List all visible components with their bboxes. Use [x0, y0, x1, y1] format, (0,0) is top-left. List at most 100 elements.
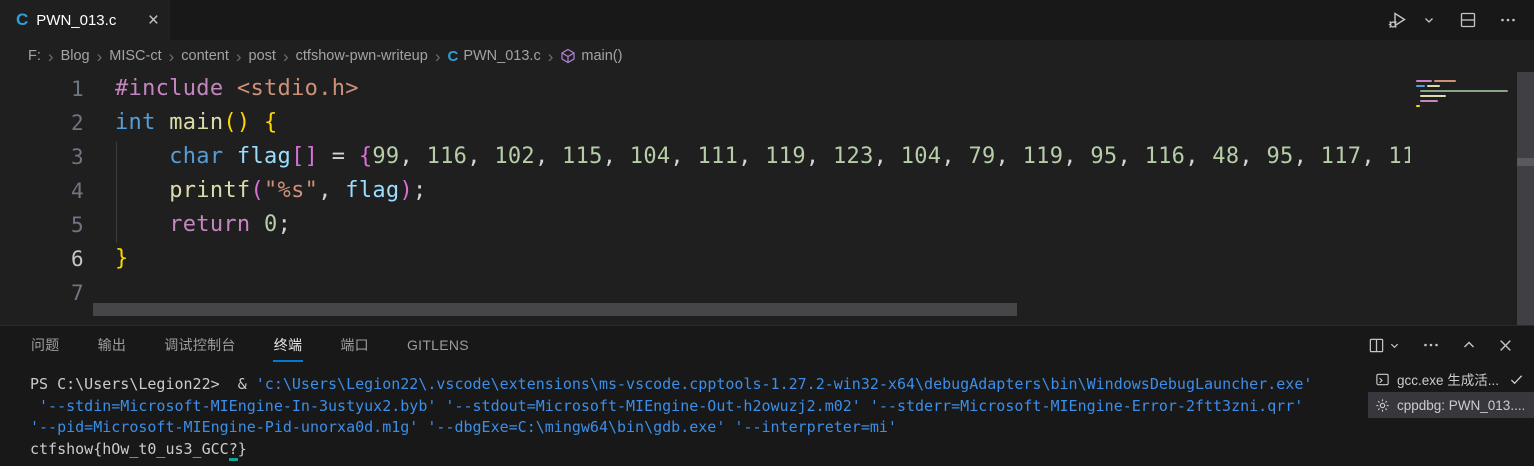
panel-tab-problems[interactable]: 问题	[30, 325, 61, 365]
breadcrumb-label: Blog	[61, 48, 90, 64]
breadcrumb-separator: ›	[236, 48, 242, 65]
split-editor-icon[interactable]	[1456, 8, 1480, 32]
panel-tab-output[interactable]: 输出	[97, 325, 128, 365]
terminal-list-item[interactable]: cppdbg: PWN_013....	[1368, 392, 1534, 418]
editor-scrollbar-horizontal[interactable]	[93, 303, 1017, 316]
code-token	[156, 110, 170, 135]
breadcrumb-separator: ›	[97, 48, 103, 65]
code-token: #include	[115, 76, 223, 101]
code-token: )	[399, 178, 413, 203]
close-tab-icon[interactable]: ×	[148, 11, 159, 30]
code-token: }	[115, 246, 129, 271]
panel-tabs: 问题输出调试控制台终端端口 GITLENS	[30, 325, 470, 365]
code-token: int	[115, 110, 156, 135]
breadcrumb-separator: ›	[48, 48, 54, 65]
line-number: 4	[0, 174, 84, 208]
code-token: 104	[901, 144, 942, 169]
code-lines: 1#include <stdio.h>2int main() {3 char f…	[0, 72, 1534, 310]
panel-tab-gitlens[interactable]: GITLENS	[406, 327, 470, 363]
code-token: 79	[968, 144, 995, 169]
terminal-line: ctfshow{hOw_t0_us3_GCC?}	[30, 439, 1368, 461]
breadcrumb-item[interactable]: F:	[28, 48, 41, 64]
task-terminal-icon	[1375, 372, 1390, 387]
close-panel-icon[interactable]	[1495, 335, 1516, 356]
breadcrumb-item[interactable]: main()	[560, 48, 622, 64]
more-actions-icon[interactable]	[1496, 8, 1520, 32]
editor-actions	[1384, 0, 1534, 40]
code-token: flag	[237, 144, 291, 169]
breadcrumb-item[interactable]: ctfshow-pwn-writeup	[296, 48, 428, 64]
code-token	[223, 144, 237, 169]
code-editor[interactable]: 1#include <stdio.h>2int main() {3 char f…	[0, 72, 1534, 325]
terminal-instance-list: gcc.exe 生成活... cppdbg: PWN_013....	[1368, 364, 1534, 466]
code-token	[115, 178, 169, 203]
code-token: ,	[806, 144, 833, 169]
code-token: ,	[467, 144, 494, 169]
more-actions-icon[interactable]	[1419, 333, 1443, 357]
terminal-list-item[interactable]: gcc.exe 生成活...	[1368, 366, 1534, 392]
breadcrumb-item[interactable]: Blog	[61, 48, 90, 64]
code-token: char	[169, 144, 223, 169]
code-line: 4 printf("%s", flag);	[0, 174, 1534, 208]
c-language-icon: C	[447, 48, 458, 65]
code-token: "%s"	[264, 178, 318, 203]
code-line-content: char flag[] = {99, 116, 102, 115, 104, 1…	[115, 140, 1410, 174]
breadcrumb-item[interactable]: CPWN_013.c	[447, 48, 540, 65]
breadcrumb-label: content	[181, 48, 229, 64]
editor-tab-bar: C PWN_013.c ×	[0, 0, 1534, 40]
chevron-down-icon[interactable]	[1420, 11, 1438, 29]
breadcrumb-item[interactable]: MISC-ct	[109, 48, 161, 64]
panel-tab-debug-console[interactable]: 调试控制台	[163, 325, 237, 365]
code-token: ,	[996, 144, 1023, 169]
code-token: 115	[1388, 144, 1410, 169]
terminal-token: 'c:\Users\Legion22\.vscode\extensions\ms…	[256, 375, 1313, 393]
code-token: main	[169, 110, 223, 135]
breadcrumb-separator: ›	[548, 48, 554, 65]
code-token: =	[318, 144, 359, 169]
run-or-debug-icon[interactable]	[1384, 6, 1412, 34]
terminal-token: }	[238, 440, 247, 458]
panel-tab-terminal[interactable]: 终端	[273, 325, 304, 365]
panel-actions	[1365, 333, 1534, 357]
code-token: 102	[494, 144, 535, 169]
terminal-token: '--stdin=Microsoft-MIEngine-In-3ustyux2.…	[30, 397, 1303, 415]
code-token: ,	[941, 144, 968, 169]
code-token: 48	[1212, 144, 1239, 169]
minimap[interactable]	[1410, 72, 1517, 325]
code-token: []	[291, 144, 318, 169]
breadcrumb-item[interactable]: content	[181, 48, 229, 64]
line-number: 1	[0, 72, 84, 106]
breadcrumb-item[interactable]: post	[249, 48, 276, 64]
terminal-line: PS C:\Users\Legion22> & 'c:\Users\Legion…	[30, 374, 1368, 396]
terminal-output[interactable]: PS C:\Users\Legion22> & 'c:\Users\Legion…	[0, 364, 1368, 466]
code-token: 119	[1023, 144, 1064, 169]
panel-tab-ports[interactable]: 端口	[339, 325, 370, 365]
code-token: ,	[318, 178, 345, 203]
code-line: 3 char flag[] = {99, 116, 102, 115, 104,…	[0, 140, 1534, 174]
code-token: ,	[1294, 144, 1321, 169]
line-number: 6	[0, 242, 84, 276]
code-token	[250, 110, 264, 135]
code-line: 1#include <stdio.h>	[0, 72, 1534, 106]
split-terminal-icon[interactable]	[1365, 334, 1403, 357]
code-token	[250, 212, 264, 237]
terminal-line: '--pid=Microsoft-MIEngine-Pid-unorxa0d.m…	[30, 417, 1368, 439]
code-token: ,	[1063, 144, 1090, 169]
code-token	[115, 212, 169, 237]
tab-pwn-013-c[interactable]: C PWN_013.c ×	[0, 0, 170, 40]
code-token: ,	[1239, 144, 1266, 169]
breadcrumb-label: MISC-ct	[109, 48, 161, 64]
code-token: ,	[738, 144, 765, 169]
code-token: printf	[169, 178, 250, 203]
maximize-panel-icon[interactable]	[1459, 335, 1479, 355]
code-token: ,	[874, 144, 901, 169]
code-token: flag	[345, 178, 399, 203]
code-line-content: }	[115, 242, 1410, 276]
code-token: ,	[399, 144, 426, 169]
terminal-list-label: cppdbg: PWN_013....	[1397, 398, 1524, 413]
indent-guide	[116, 142, 117, 243]
panel-tab-bar: 问题输出调试控制台终端端口 GITLENS	[0, 326, 1534, 364]
code-token: ()	[223, 110, 250, 135]
code-token: 95	[1090, 144, 1117, 169]
editor-scrollbar-vertical[interactable]	[1517, 72, 1534, 325]
